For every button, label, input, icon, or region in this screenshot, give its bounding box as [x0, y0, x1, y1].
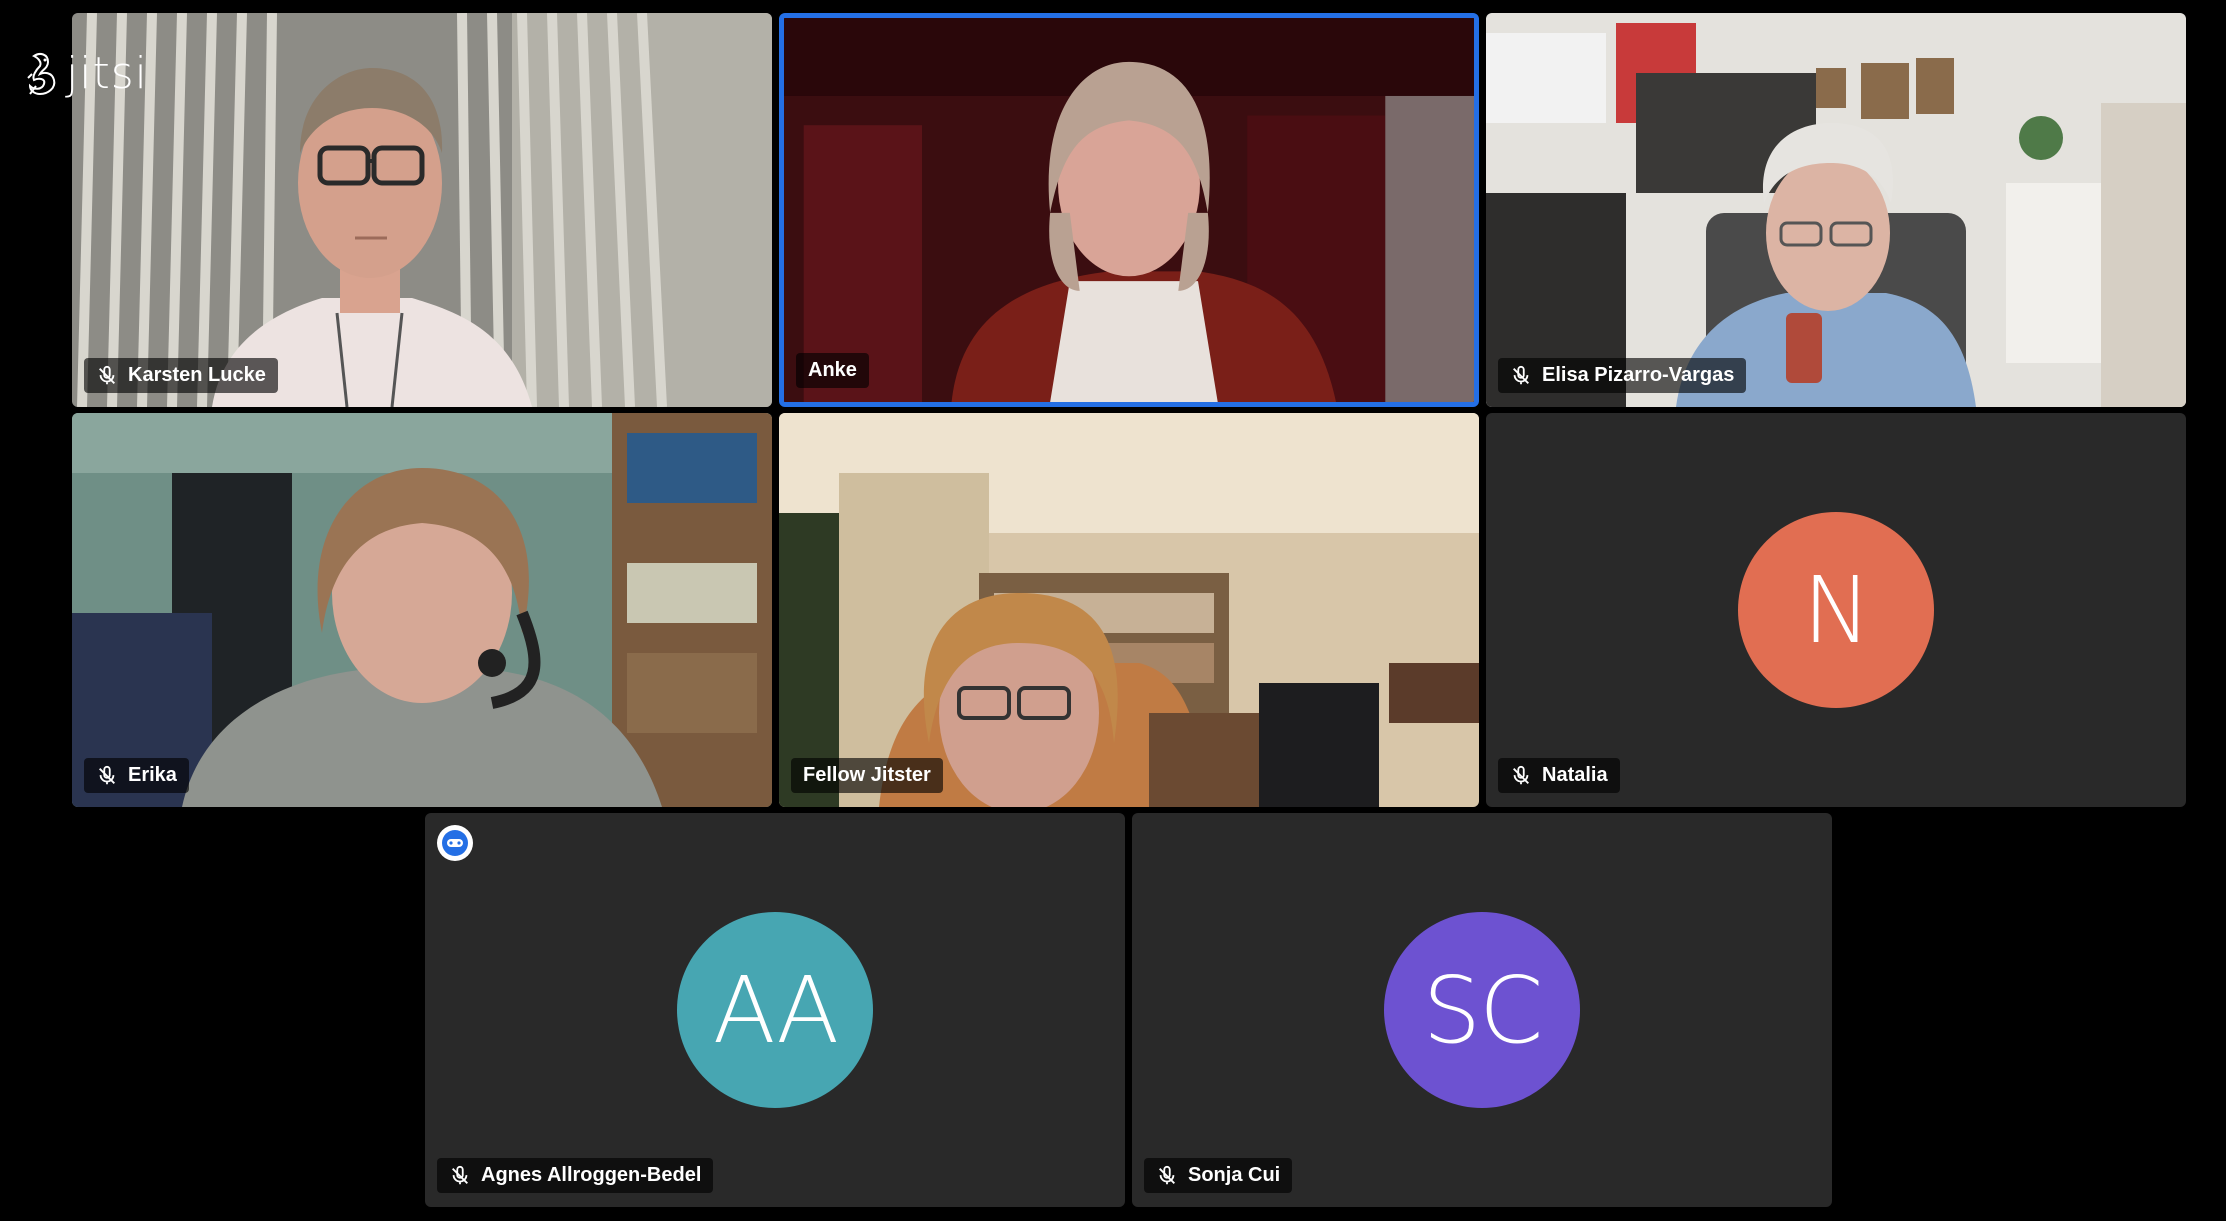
avatar-initials: SC: [1422, 956, 1544, 1064]
participant-name: Natalia: [1542, 764, 1608, 786]
mic-muted-icon: [1159, 1165, 1175, 1184]
connection-status-icon[interactable]: [437, 825, 473, 861]
participant-name-label: Agnes Allroggen-Bedel: [437, 1158, 714, 1193]
participant-video: [779, 413, 1479, 807]
participant-tile-karsten-lucke[interactable]: Karsten Lucke: [72, 13, 772, 407]
participant-name: Agnes Allroggen-Bedel: [481, 1164, 702, 1186]
participant-name-label: Elisa Pizarro-Vargas: [1498, 358, 1747, 393]
mic-muted-icon: [1513, 365, 1529, 384]
participant-name-label: Sonja Cui: [1144, 1158, 1293, 1193]
jitsi-bird-icon: [26, 50, 60, 98]
participant-name: Erika: [128, 764, 177, 786]
participant-name: Anke: [808, 359, 857, 381]
participant-name-label: Natalia: [1498, 758, 1620, 793]
participant-video: [784, 18, 1474, 402]
participant-tile-anke[interactable]: Anke: [779, 13, 1479, 407]
mic-muted-icon: [452, 1165, 468, 1184]
participant-video: [72, 413, 772, 807]
participant-tile-agnes-allroggen-bedel[interactable]: AA Agnes Allroggen-Bedel: [425, 813, 1125, 1207]
participant-tile-natalia[interactable]: N Natalia: [1486, 413, 2186, 807]
mic-muted-icon: [99, 765, 115, 784]
participant-name: Fellow Jitster: [803, 764, 931, 786]
jitsi-logo[interactable]: jitsi: [26, 50, 148, 98]
mic-muted-icon: [1513, 765, 1529, 784]
conference-stage: jitsi Karsten Lucke Anke Elisa Pizarro-V…: [0, 0, 2226, 1221]
participant-name-label: Karsten Lucke: [84, 358, 278, 393]
participant-name-label: Fellow Jitster: [791, 758, 943, 793]
participant-tile-sonja-cui[interactable]: SC Sonja Cui: [1132, 813, 1832, 1207]
participant-tile-fellow-jitster[interactable]: Fellow Jitster: [779, 413, 1479, 807]
mic-muted-icon: [99, 365, 115, 384]
participant-name-label: Erika: [84, 758, 189, 793]
participant-name: Sonja Cui: [1188, 1164, 1281, 1186]
participant-avatar: N: [1738, 512, 1934, 708]
participant-name: Elisa Pizarro-Vargas: [1542, 364, 1735, 386]
avatar-initials: AA: [712, 956, 839, 1064]
participant-avatar: AA: [677, 912, 873, 1108]
participant-avatar: SC: [1384, 912, 1580, 1108]
participant-tile-elisa-pizarro-vargas[interactable]: Elisa Pizarro-Vargas: [1486, 13, 2186, 407]
participant-video: [72, 13, 772, 407]
participant-video: [1486, 13, 2186, 407]
participant-name-label: Anke: [796, 353, 869, 388]
logo-text: jitsi: [66, 48, 148, 99]
participant-name: Karsten Lucke: [128, 364, 266, 386]
avatar-initials: N: [1802, 556, 1872, 664]
participant-tile-erika[interactable]: Erika: [72, 413, 772, 807]
